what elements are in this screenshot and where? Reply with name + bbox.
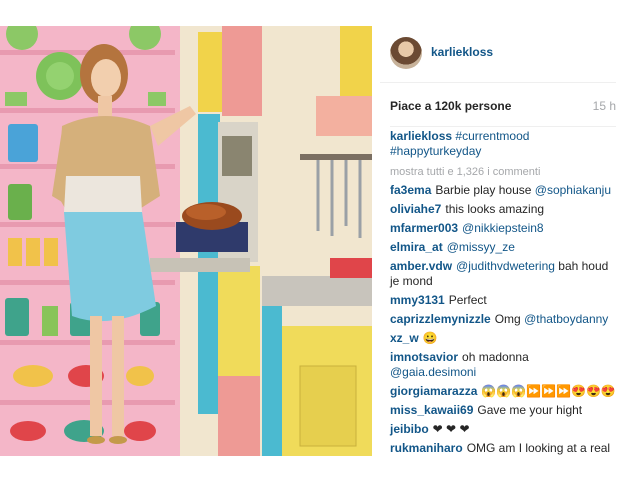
- comment-username[interactable]: elmira_at: [390, 240, 443, 254]
- comment-hearts: ❤ ❤ ❤: [432, 422, 470, 436]
- comments-list: fa3ema Barbie play house @sophiakanju oli…: [390, 183, 616, 456]
- likes-row: Piace a 120k persone 15 h: [390, 99, 616, 117]
- comment-item: fa3ema Barbie play house @sophiakanju: [390, 183, 616, 198]
- comment-username[interactable]: xz_w: [390, 331, 419, 345]
- comment-item: miss_kawaii69 Gave me your hight: [390, 403, 616, 418]
- comment-username[interactable]: jeibibo: [390, 422, 429, 436]
- comment-item: elmira_at @missyy_ze: [390, 240, 616, 255]
- comment-item: giorgiamarazza 😱😱😱⏩⏩⏩😍😍😍: [390, 384, 616, 399]
- comment-item: mfarmer003 @nikkiepstein8: [390, 221, 616, 236]
- avatar[interactable]: [390, 37, 422, 69]
- comment-item: rukmaniharo OMG am I looking at a real: [390, 441, 616, 456]
- comment-mention[interactable]: @judithvdwetering: [456, 259, 555, 273]
- divider: [390, 126, 616, 127]
- comment-mention[interactable]: @nikkiepstein8: [462, 221, 544, 235]
- comment-mention[interactable]: @sophiakanju: [535, 183, 611, 197]
- comment-item: mmy3131 Perfect: [390, 293, 616, 308]
- comment-text: Omg: [494, 312, 525, 326]
- post-username[interactable]: karliekloss: [431, 45, 493, 59]
- comment-username[interactable]: caprizzlemynizzle: [390, 312, 491, 326]
- comment-item: caprizzlemynizzle Omg @thatboydanny: [390, 312, 616, 327]
- comment-username[interactable]: giorgiamarazza: [390, 384, 477, 398]
- comment-text: Gave me your hight: [477, 403, 583, 417]
- comment-username[interactable]: oliviahe7: [390, 202, 441, 216]
- comment-username[interactable]: imnotsavior: [390, 350, 458, 364]
- comment-username[interactable]: mmy3131: [390, 293, 445, 307]
- likes-count[interactable]: Piace a 120k persone: [390, 99, 511, 113]
- post-details-panel: karliekloss Piace a 120k persone 15 h ka…: [380, 26, 620, 456]
- comment-text: Perfect: [448, 293, 487, 307]
- comment-item: amber.vdw @judithvdwetering bah houd je m…: [390, 259, 616, 289]
- comment-username[interactable]: mfarmer003: [390, 221, 458, 235]
- comment-mention[interactable]: @missyy_ze: [447, 240, 515, 254]
- comment-item: imnotsavior oh madonna @gaia.desimoni: [390, 350, 616, 380]
- view-all-comments-link[interactable]: mostra tutti e 1,326 i commenti: [390, 166, 540, 178]
- comment-emoji: 😱😱😱⏩⏩⏩😍😍😍: [481, 384, 616, 398]
- caption-username[interactable]: karliekloss: [390, 129, 452, 143]
- comment-item: oliviahe7 this looks amazing: [390, 202, 616, 217]
- comment-text: Barbie play house: [435, 183, 535, 197]
- post-header: karliekloss: [380, 26, 616, 83]
- post-photo[interactable]: [0, 26, 372, 456]
- comment-emoji: 😀: [422, 331, 438, 345]
- post-image: [0, 26, 372, 456]
- comment-text: oh madonna: [462, 350, 529, 364]
- comment-mention[interactable]: @thatboydanny: [524, 312, 608, 326]
- comment-text: this looks amazing: [445, 202, 545, 216]
- post-time[interactable]: 15 h: [593, 99, 616, 113]
- comment-username[interactable]: amber.vdw: [390, 259, 452, 273]
- comment-mention[interactable]: @gaia.desimoni: [390, 365, 476, 379]
- comment-username[interactable]: rukmaniharo: [390, 441, 463, 455]
- comment-item: xz_w 😀: [390, 331, 616, 346]
- comment-username[interactable]: fa3ema: [390, 183, 431, 197]
- comment-username[interactable]: miss_kawaii69: [390, 403, 473, 417]
- comment-item: jeibibo ❤ ❤ ❤: [390, 422, 616, 437]
- comment-text: OMG am I looking at a real: [466, 441, 611, 455]
- post-caption: karliekloss #currentmood #happyturkeyday: [390, 129, 616, 159]
